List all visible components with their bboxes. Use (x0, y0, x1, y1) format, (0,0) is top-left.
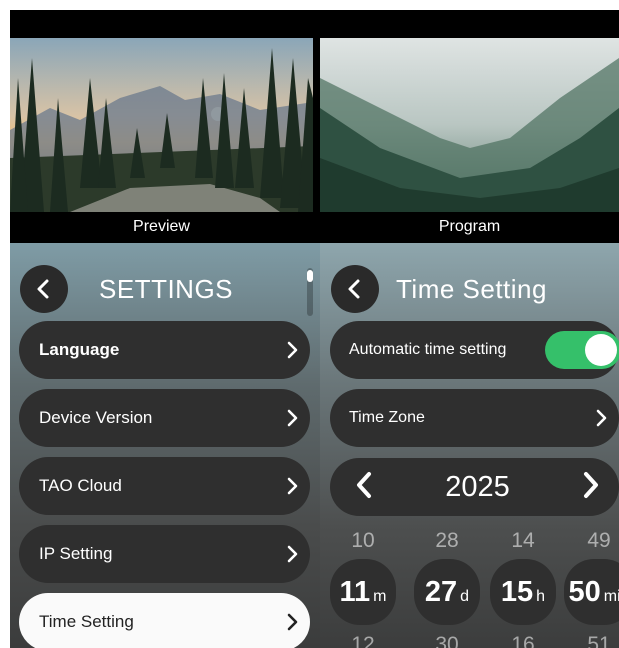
menu-item-label: TAO Cloud (39, 476, 122, 495)
chevron-right-icon (287, 613, 298, 631)
chevron-left-icon (37, 279, 49, 299)
menu-item-language[interactable]: Language (19, 321, 310, 379)
day-value: 27 (424, 576, 458, 608)
automatic-time-toggle[interactable] (545, 331, 619, 369)
preview-caption: Preview (10, 212, 313, 243)
chevron-left-icon (348, 279, 360, 299)
day-next-value[interactable]: 30 (414, 633, 480, 648)
automatic-time-label: Automatic time setting (349, 341, 507, 358)
menu-item-label: IP Setting (39, 544, 113, 563)
year-value: 2025 (445, 470, 510, 503)
chevron-right-icon (287, 409, 298, 427)
menu-item-device-version[interactable]: Device Version (19, 389, 310, 447)
minute-picker[interactable]: 50 min (564, 559, 619, 625)
menu-item-label: Time Setting (39, 612, 134, 631)
chevron-left-icon (357, 471, 371, 498)
time-setting-panel: Time Setting Automatic time setting Time… (320, 243, 619, 648)
day-prev-value[interactable]: 28 (414, 529, 480, 553)
top-bar (10, 10, 619, 38)
video-divider (313, 38, 320, 243)
minute-next-value[interactable]: 51 (566, 633, 619, 648)
menu-item-label: Device Version (39, 408, 153, 427)
menu-item-time-setting[interactable]: Time Setting (19, 593, 310, 648)
menu-item-label: Language (39, 340, 120, 359)
foggy-forest-image (320, 38, 619, 212)
device-screen: Preview Program SETTINGS Language Device… (10, 10, 619, 648)
month-next-value[interactable]: 12 (330, 633, 396, 648)
day-unit: d (460, 588, 470, 605)
settings-back-button[interactable] (20, 265, 68, 313)
month-value: 11 (339, 576, 371, 608)
mountain-sunset-image (10, 38, 313, 212)
program-video[interactable] (320, 38, 619, 212)
time-zone-row[interactable]: Time Zone (330, 389, 619, 447)
time-setting-title: Time Setting (396, 274, 547, 304)
chevron-right-icon (287, 545, 298, 563)
hour-picker[interactable]: 15 h (490, 559, 556, 625)
chevron-right-icon (287, 341, 298, 359)
menu-item-tao-cloud[interactable]: TAO Cloud (19, 457, 310, 515)
minute-unit: min (603, 588, 619, 605)
minute-prev-value[interactable]: 49 (566, 529, 619, 553)
hour-next-value[interactable]: 16 (490, 633, 556, 648)
menu-item-ip-setting[interactable]: IP Setting (19, 525, 310, 583)
hour-prev-value[interactable]: 14 (490, 529, 556, 553)
minute-value: 50 (568, 576, 601, 608)
chevron-right-icon (583, 471, 598, 498)
chevron-right-icon (287, 477, 298, 495)
time-zone-label: Time Zone (349, 409, 425, 426)
automatic-time-setting-row: Automatic time setting (330, 321, 619, 379)
settings-title: SETTINGS (99, 274, 234, 304)
month-prev-value[interactable]: 10 (330, 529, 396, 553)
month-unit: m (373, 588, 387, 605)
hour-value: 15 (500, 576, 534, 608)
settings-panel: SETTINGS Language Device Version TAO Clo… (10, 243, 320, 648)
day-picker[interactable]: 27 d (414, 559, 480, 625)
month-picker[interactable]: 11 m (330, 559, 396, 625)
toggle-knob (585, 334, 617, 366)
settings-scroll-thumb[interactable] (307, 270, 313, 282)
program-caption: Program (320, 212, 619, 243)
hour-unit: h (536, 588, 546, 605)
year-selector: 2025 (330, 458, 619, 516)
chevron-right-icon (596, 409, 607, 427)
year-next-button[interactable] (581, 470, 601, 505)
preview-video[interactable] (10, 38, 313, 212)
year-prev-button[interactable] (354, 470, 374, 505)
time-setting-back-button[interactable] (331, 265, 379, 313)
